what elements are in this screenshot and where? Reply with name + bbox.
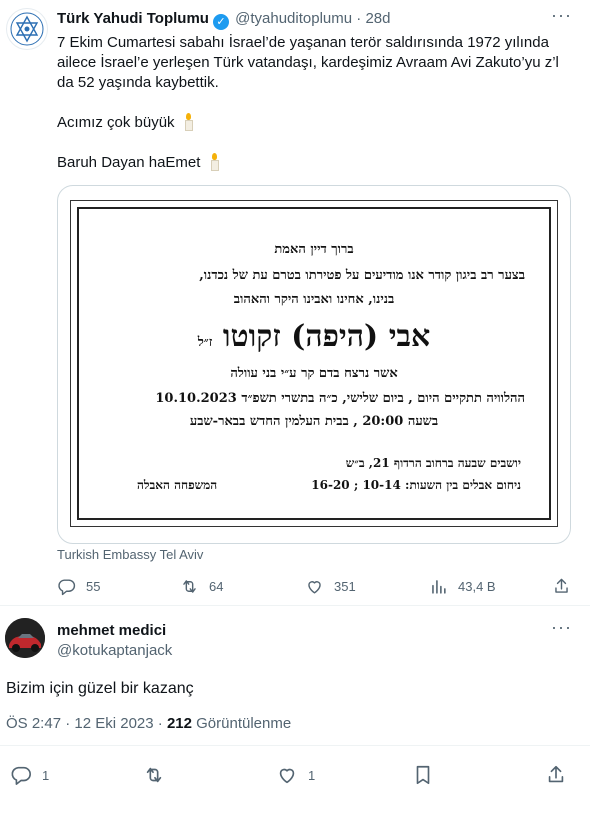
car-avatar-icon (5, 618, 45, 658)
reply-time[interactable]: ÖS 2:47 · 12 Eki 2023 · (6, 715, 163, 732)
views-count: 43,4 B (458, 579, 496, 594)
more-options-icon[interactable]: ··· (551, 5, 572, 26)
notice-name: אבי (היפה) זקוטו ז״ל (197, 319, 431, 354)
author-handle[interactable]: @tyahuditoplumu (235, 10, 352, 27)
notice-line: ניחום אבלים בין השעות: 10-14 ; 16-20 (311, 478, 521, 492)
tweet-text-line: ailece İsrael’e yerleşen Türk vatandaşı,… (57, 54, 559, 71)
notice-line: בשעה 20:00 , בבית העלמין החדש בבאר-שבע (189, 414, 439, 429)
heart-icon (279, 768, 295, 784)
analytics-icon (432, 580, 446, 594)
reply-reply-button[interactable]: 1 (10, 764, 49, 786)
reply-button[interactable]: 55 (57, 577, 100, 596)
retweet-count: 64 (209, 579, 224, 594)
more-options-icon[interactable]: ··· (551, 617, 572, 638)
community-logo-icon (10, 12, 44, 46)
views-button[interactable]: 43,4 B (429, 577, 496, 596)
like-count: 351 (334, 579, 356, 594)
retweet-icon (146, 767, 162, 783)
reply-meta: ÖS 2:47 · 12 Eki 2023 · 212 Görüntülenme (6, 714, 291, 734)
notice-line: ברוך דיין האמת (274, 242, 354, 257)
notice-line: המשפחה האבלה (137, 478, 218, 492)
image-caption: Turkish Embassy Tel Aviv (57, 547, 204, 562)
notice-line: בנינו, אחינו ואבינו היקר והאהוב (233, 292, 395, 307)
reply-text: Bizim için güzel bir kazanç (6, 680, 194, 697)
reply-bookmark-button[interactable] (412, 764, 444, 786)
divider (0, 745, 590, 746)
heart-icon (308, 581, 321, 594)
reply-author-avatar[interactable] (5, 618, 45, 658)
tweet-header: Türk Yahudi Toplumu ✓ @tyahuditoplumu · 2… (57, 9, 390, 30)
author-avatar[interactable] (6, 8, 48, 50)
reply-icon (11, 766, 31, 785)
candle-icon (183, 113, 193, 131)
death-notice-image: ברוך דיין האמת בצער רב ביגון קודר אנו מו… (70, 200, 558, 527)
notice-line: ההלוויה תתקיים היום , ביום שלישי, כ״ה בת… (155, 391, 525, 406)
like-button[interactable]: 351 (305, 577, 356, 596)
reply-reply-count: 1 (42, 767, 50, 783)
tweet-time[interactable]: 28d (365, 10, 390, 27)
verified-badge-icon: ✓ (212, 14, 229, 30)
notice-line: יושבים שבעה ברחוב הרדוף 21, ב״ש (345, 456, 521, 470)
notice-line: בצער רב ביגון קודר אנו מודיעים על פטירתו… (199, 268, 525, 283)
reply-like-button[interactable]: 1 (276, 764, 315, 786)
reply-count: 55 (86, 579, 101, 594)
retweet-icon (183, 580, 196, 593)
tweet-image-card[interactable]: ברוך דיין האמת בצער רב ביגון קודר אנו מו… (57, 185, 571, 544)
divider (0, 605, 590, 606)
tweet-text-line: 7 Ekim Cumartesi sabahı İsrael’de yaşana… (57, 34, 549, 51)
separator-dot: · (356, 10, 362, 27)
notice-line: אשר נרצח בדם קר ע״י בני עוולה (230, 366, 398, 381)
tweet-text-line: da 52 yaşında kaybettik. (57, 74, 219, 91)
reply-author-handle[interactable]: @kotukaptanjack (57, 641, 172, 661)
share-icon (555, 578, 568, 593)
reply-views-count: 212 (166, 715, 192, 732)
reply-icon (58, 579, 76, 596)
tweet-text: 7 Ekim Cumartesi sabahı İsrael’de yaşana… (57, 33, 577, 93)
tweet-text-line: Acımız çok büyük (57, 113, 193, 133)
tweet-text-line: Baruh Dayan haEmet (57, 153, 219, 173)
author-name[interactable]: Türk Yahudi Toplumu (57, 10, 209, 27)
reply-retweet-button[interactable] (143, 764, 175, 786)
reply-views-label: Görüntülenme (196, 715, 292, 732)
reply-author-name[interactable]: mehmet medici (57, 621, 166, 641)
reply-like-count: 1 (308, 767, 316, 783)
retweet-button[interactable]: 64 (180, 577, 223, 596)
reply-share-button[interactable] (545, 764, 577, 786)
bookmark-icon (416, 765, 430, 785)
candle-icon (209, 153, 219, 171)
share-button[interactable] (552, 577, 581, 596)
share-icon (548, 765, 564, 783)
